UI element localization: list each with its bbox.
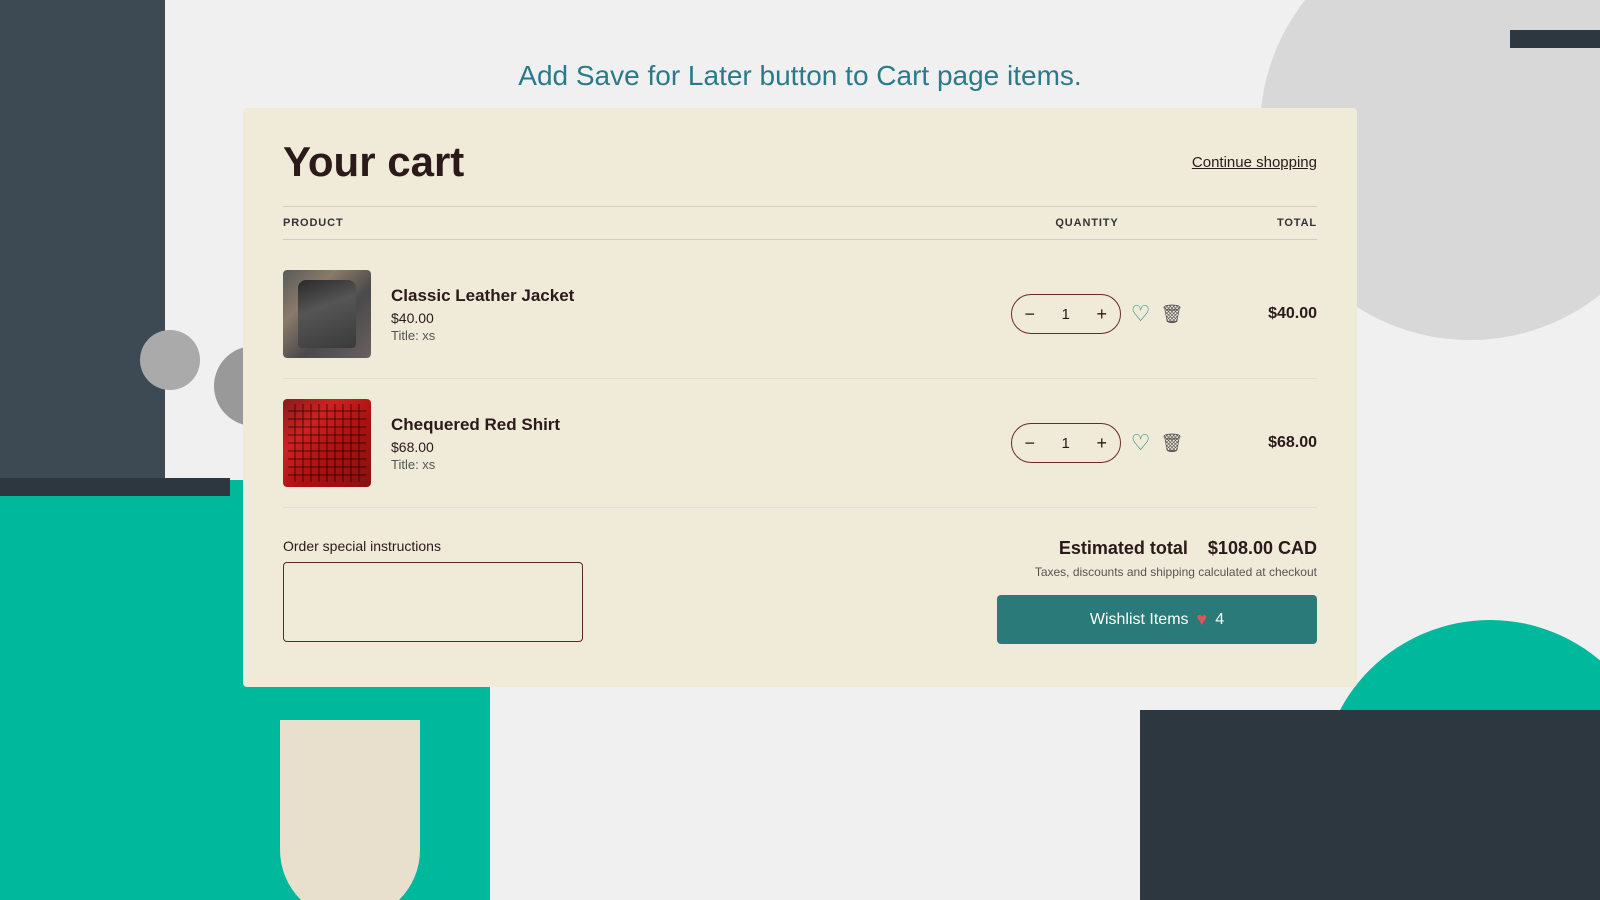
heart-icon-shirt: ♡ (1131, 430, 1151, 456)
order-summary: Estimated total $108.00 CAD Taxes, disco… (997, 538, 1317, 644)
cart-footer: Order special instructions Estimated tot… (283, 538, 1317, 647)
shirt-thumbnail (283, 399, 371, 487)
estimated-total-value: $108.00 CAD (1208, 538, 1317, 559)
bg-dark-bar-mid (0, 478, 230, 496)
cart-panel: Your cart Continue shopping PRODUCT QUAN… (243, 108, 1357, 687)
quantity-stepper-shirt: − 1 + (1011, 423, 1121, 463)
cart-header: Your cart Continue shopping (283, 138, 1317, 186)
estimated-total-row: Estimated total $108.00 CAD (997, 538, 1317, 559)
continue-shopping-link[interactable]: Continue shopping (1192, 154, 1317, 171)
quantity-value-shirt: 1 (1048, 435, 1084, 452)
product-image-shirt (283, 399, 371, 487)
item-total-shirt: $68.00 (1197, 434, 1317, 452)
item-total-jacket: $40.00 (1197, 305, 1317, 323)
product-image-jacket (283, 270, 371, 358)
quantity-controls-shirt: − 1 + ♡ 🗑 (997, 423, 1197, 463)
jacket-thumbnail (283, 270, 371, 358)
wishlist-count: 4 (1215, 611, 1224, 629)
trash-icon-shirt: 🗑 (1160, 433, 1183, 454)
quantity-controls-jacket: − 1 + ♡ 🗑 (997, 294, 1197, 334)
taxes-note: Taxes, discounts and shipping calculated… (997, 565, 1317, 579)
cart-title: Your cart (283, 138, 464, 186)
wishlist-button[interactable]: Wishlist Items ♥ 4 (997, 595, 1317, 644)
col-product-label: PRODUCT (283, 217, 977, 229)
item-name-shirt: Chequered Red Shirt (391, 415, 997, 435)
item-details-shirt: Chequered Red Shirt $68.00 Title: xs (391, 415, 997, 472)
wishlist-heart-icon: ♥ (1197, 609, 1208, 630)
bg-dark-rect-bottom (1140, 710, 1600, 900)
bg-circle-sm-1 (140, 330, 200, 390)
item-variant-shirt: Title: xs (391, 457, 997, 472)
trash-icon-jacket: 🗑 (1160, 304, 1183, 325)
item-price-shirt: $68.00 (391, 439, 997, 455)
quantity-increase-jacket[interactable]: + (1084, 295, 1120, 333)
col-total-label: TOTAL (1197, 217, 1317, 229)
page-header: Add Save for Later button to Cart page i… (0, 60, 1600, 92)
page-heading: Add Save for Later button to Cart page i… (0, 60, 1600, 92)
cart-item: Chequered Red Shirt $68.00 Title: xs − 1… (283, 379, 1317, 508)
item-name-jacket: Classic Leather Jacket (391, 286, 997, 306)
estimated-total-label: Estimated total (1059, 538, 1188, 559)
item-price-jacket: $40.00 (391, 310, 997, 326)
col-quantity-label: QUANTITY (977, 217, 1197, 229)
quantity-increase-shirt[interactable]: + (1084, 424, 1120, 462)
cart-columns-header: PRODUCT QUANTITY TOTAL (283, 206, 1317, 240)
quantity-value-jacket: 1 (1048, 306, 1084, 323)
instructions-label: Order special instructions (283, 538, 663, 554)
cart-item: Classic Leather Jacket $40.00 Title: xs … (283, 250, 1317, 379)
save-for-later-jacket[interactable]: ♡ (1131, 301, 1151, 327)
quantity-stepper-jacket: − 1 + (1011, 294, 1121, 334)
remove-shirt[interactable]: 🗑 (1160, 433, 1183, 454)
wishlist-label: Wishlist Items (1090, 611, 1189, 629)
bg-dark-bar-top (1510, 30, 1600, 48)
bg-teal-circle-right (1320, 620, 1600, 900)
quantity-decrease-shirt[interactable]: − (1012, 424, 1048, 462)
save-for-later-shirt[interactable]: ♡ (1131, 430, 1151, 456)
bg-dark-left-panel (0, 0, 165, 900)
item-details-jacket: Classic Leather Jacket $40.00 Title: xs (391, 286, 997, 343)
quantity-decrease-jacket[interactable]: − (1012, 295, 1048, 333)
instructions-textarea[interactable] (283, 562, 583, 642)
bg-beige-arc (280, 720, 420, 900)
item-variant-jacket: Title: xs (391, 328, 997, 343)
remove-jacket[interactable]: 🗑 (1160, 304, 1183, 325)
heart-icon-jacket: ♡ (1131, 301, 1151, 327)
instructions-section: Order special instructions (283, 538, 663, 647)
